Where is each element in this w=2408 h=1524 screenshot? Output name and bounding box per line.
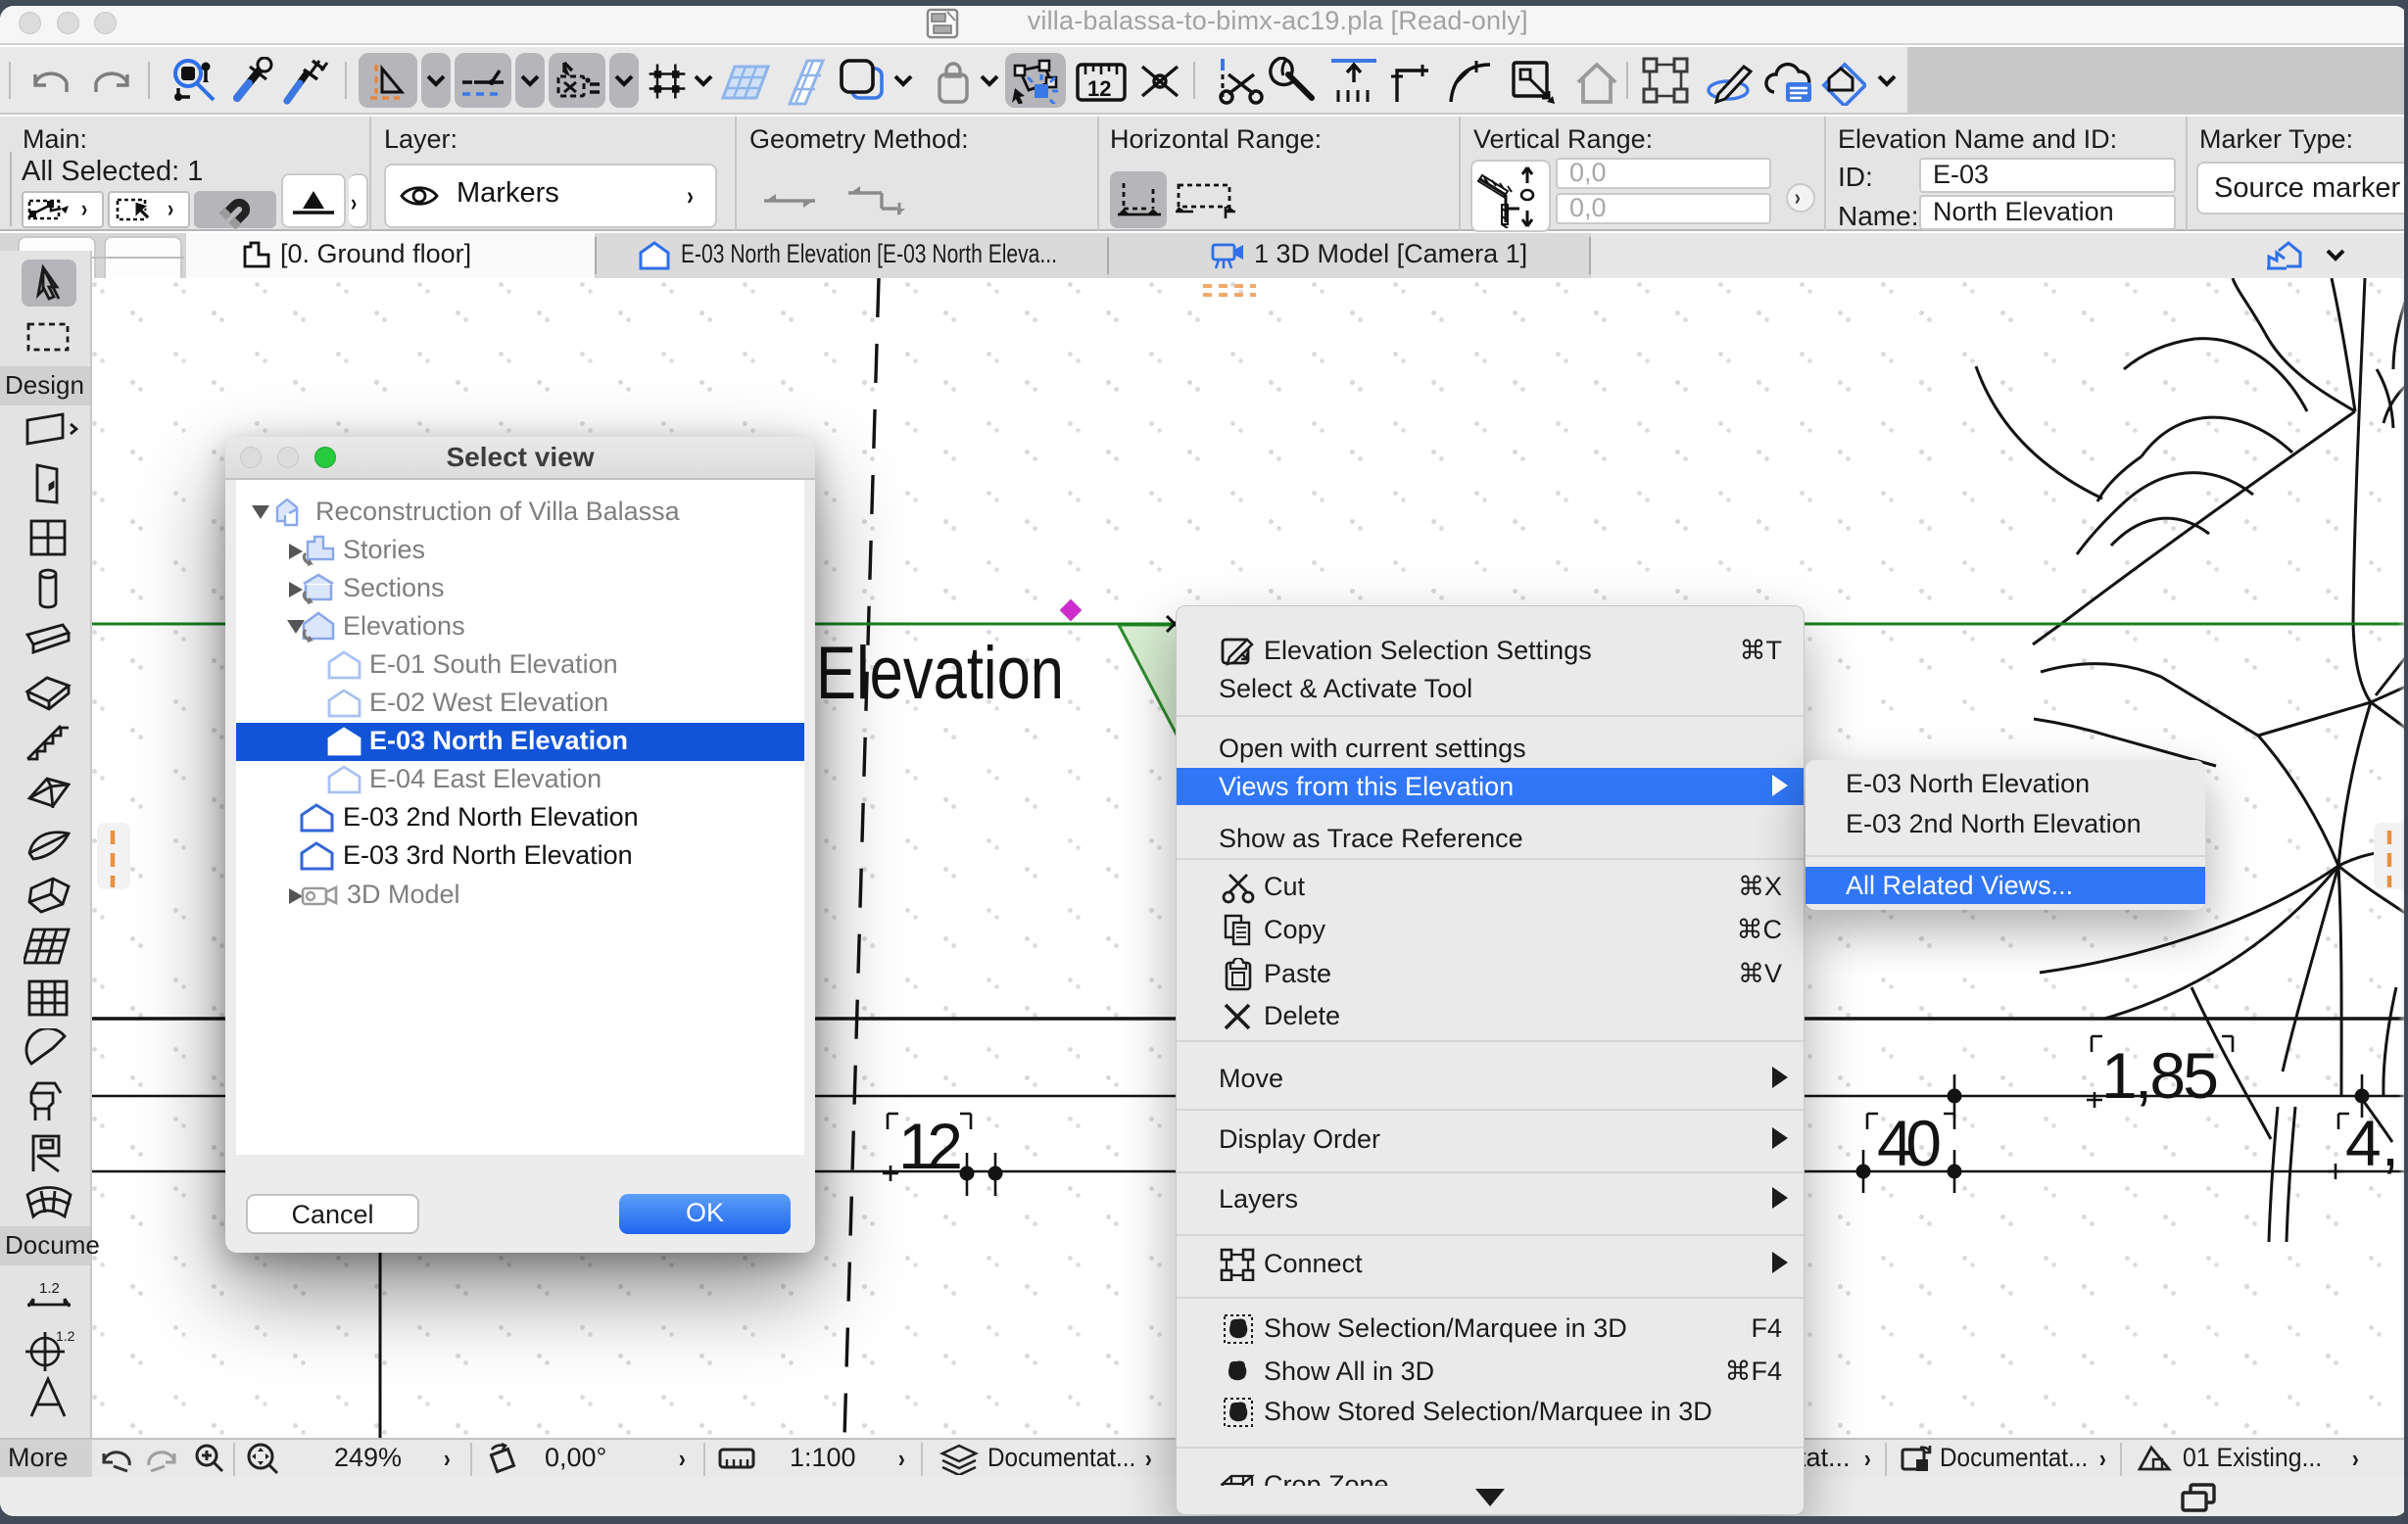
svg-text:12: 12 xyxy=(1087,76,1111,101)
svg-text:Elevation: Elevation xyxy=(816,632,1064,715)
svg-text:1,85: 1,85 xyxy=(2101,1039,2219,1112)
svg-text:12: 12 xyxy=(898,1110,963,1182)
svg-text:1.2: 1.2 xyxy=(56,1328,74,1344)
svg-text:1.2: 1.2 xyxy=(39,1280,60,1297)
svg-text:40: 40 xyxy=(1877,1107,1942,1179)
